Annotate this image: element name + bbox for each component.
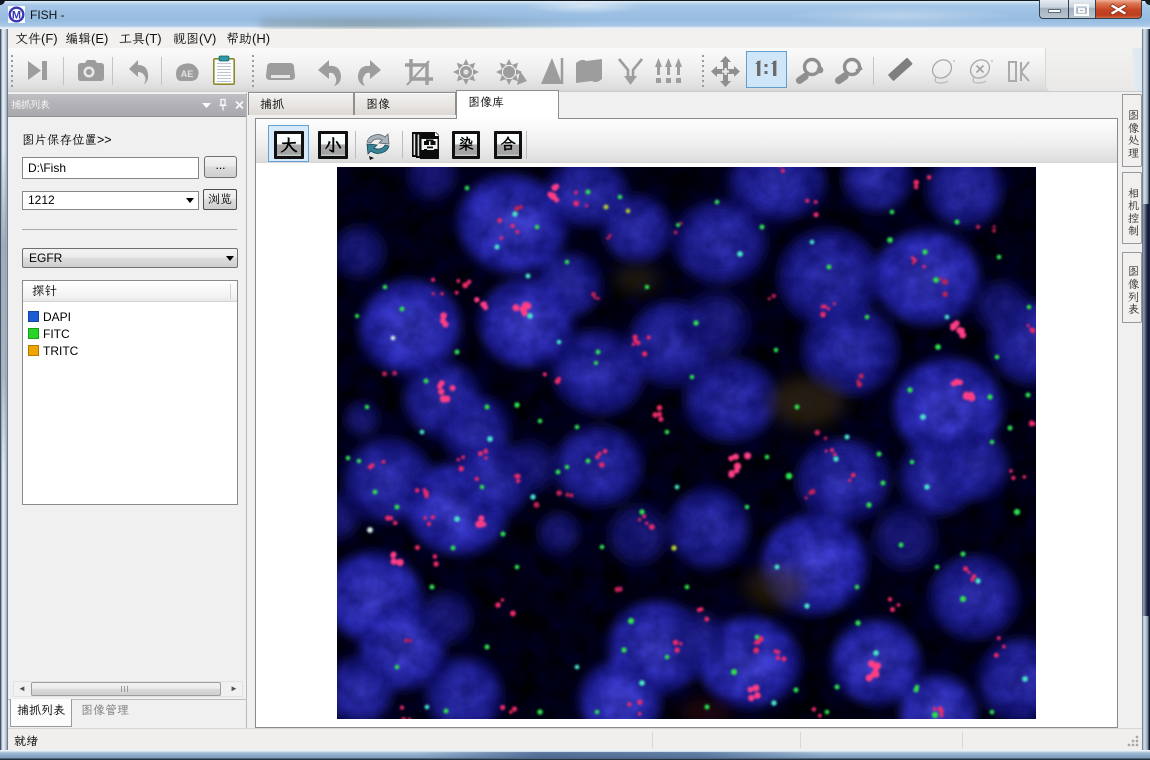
svg-text:M: M (12, 9, 21, 21)
svg-text:AE: AE (181, 69, 194, 79)
